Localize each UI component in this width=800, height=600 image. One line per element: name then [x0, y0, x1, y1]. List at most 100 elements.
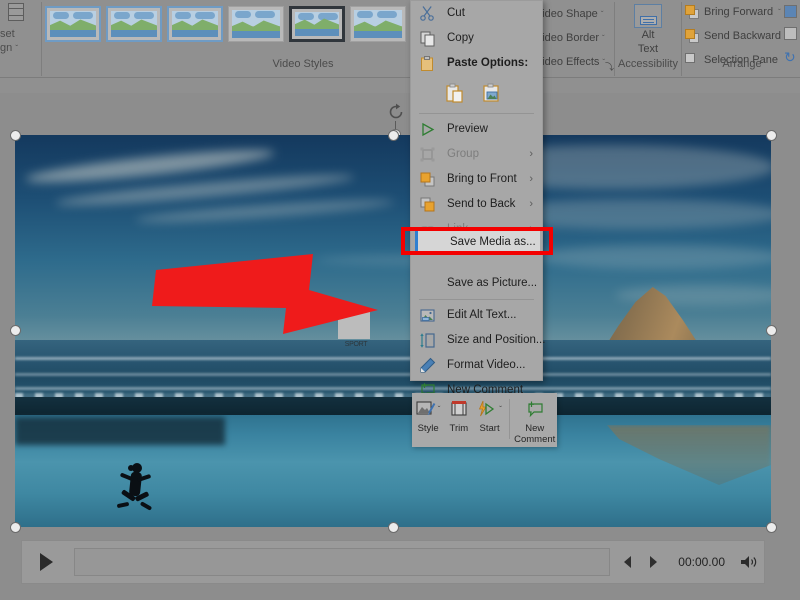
align-icon[interactable]: [784, 5, 797, 18]
mini-toolbar-style-label: Style: [418, 423, 439, 434]
mini-toolbar-trim-button[interactable]: Trim: [444, 393, 473, 447]
menu-item-save-as-picture-label: Save as Picture...: [447, 277, 537, 289]
previous-frame-button[interactable]: [614, 541, 640, 583]
red-highlight-rectangle: [401, 227, 553, 255]
next-frame-button[interactable]: [640, 541, 666, 583]
menu-item-send-to-back[interactable]: Send to Back ›: [411, 192, 542, 217]
dialog-launcher-icon[interactable]: ⤵: [605, 60, 614, 73]
scissors-icon: [419, 5, 436, 22]
mini-toolbar-start-button[interactable]: ˇ Start: [473, 393, 505, 447]
alt-text-button-line1[interactable]: Alt: [617, 29, 679, 41]
rotation-handle-icon[interactable]: [387, 103, 405, 121]
mini-toolbar-trim-label: Trim: [450, 423, 469, 434]
selection-handle-bottom-left[interactable]: [10, 522, 21, 533]
ribbon: set gn ˇ: [0, 0, 800, 93]
comment-icon: [525, 398, 545, 420]
menu-item-format-video[interactable]: Format Video...: [411, 353, 542, 378]
paste-options-row[interactable]: [411, 76, 542, 110]
submenu-arrow-icon: ›: [529, 142, 533, 167]
selection-handle-bottom-center[interactable]: [388, 522, 399, 533]
runner-silhouette: [115, 463, 161, 525]
menu-item-size-and-position[interactable]: Size and Position...: [411, 328, 542, 353]
video-style-thumb-2[interactable]: [106, 6, 162, 42]
chevron-down-icon: ˇ: [499, 405, 502, 414]
send-backward-icon: [685, 29, 699, 43]
app-window: set gn ˇ: [0, 0, 800, 600]
video-style-thumb-3[interactable]: [167, 6, 223, 42]
menu-item-preview[interactable]: Preview: [411, 117, 542, 142]
seek-bar[interactable]: [74, 548, 610, 576]
reset-design-icon: [8, 3, 24, 21]
selection-handle-middle-left[interactable]: [10, 325, 21, 336]
menu-item-bring-to-front[interactable]: Bring to Front ›: [411, 167, 542, 192]
format-video-icon: [419, 357, 436, 374]
menu-item-edit-alt-text[interactable]: Edit Alt Text...: [411, 303, 542, 328]
group-icon: [419, 146, 436, 163]
selection-handle-top-left[interactable]: [10, 130, 21, 141]
chevron-down-icon: ˇ: [438, 405, 441, 414]
menu-item-group: Group ›: [411, 142, 542, 167]
play-icon: [419, 121, 436, 138]
menu-item-bring-to-front-label: Bring to Front: [447, 173, 517, 185]
selection-handle-top-center[interactable]: [388, 130, 399, 141]
selection-handle-bottom-right[interactable]: [766, 522, 777, 533]
small-object-label: SPORT: [334, 341, 378, 348]
video-shape-column: Video Shapeˇ Video Borderˇ Video Effects…: [535, 2, 613, 76]
video-style-icon: ˇ: [416, 398, 441, 420]
mini-toolbar-start-label: Start: [480, 423, 500, 434]
next-frame-icon: [650, 556, 657, 568]
selection-handle-middle-right[interactable]: [766, 325, 777, 336]
video-playback-bar[interactable]: 00:00.00: [21, 540, 765, 584]
mini-toolbar[interactable]: ˇ Style Trim ˇ Start: [412, 393, 557, 447]
paste-picture-icon[interactable]: [482, 83, 501, 104]
submenu-arrow-icon: ›: [529, 167, 533, 192]
menu-separator-1: [419, 113, 534, 114]
video-shape-button[interactable]: Video Shapeˇ: [535, 2, 613, 26]
menu-separator-2: [419, 299, 534, 300]
group-objects-icon[interactable]: [784, 27, 797, 40]
video-style-thumb-1[interactable]: [45, 6, 101, 42]
bring-front-icon: [419, 171, 436, 188]
menu-item-edit-alt-text-label: Edit Alt Text...: [447, 309, 516, 321]
mini-toolbar-new-comment-button[interactable]: New Comment: [512, 393, 557, 447]
menu-item-cut[interactable]: Cut: [411, 1, 542, 26]
video-media-object[interactable]: [15, 135, 771, 527]
ribbon-right-edge-icons: ↻: [783, 0, 800, 76]
context-menu[interactable]: Cut Copy Paste Options:: [410, 0, 543, 381]
timecode-label: 00:00.00: [666, 555, 734, 569]
mini-toolbar-new-comment-label-2: Comment: [514, 434, 555, 445]
reset-label: set: [0, 28, 15, 41]
chevron-down-icon: ˇ: [601, 10, 604, 19]
accessibility-group-label: Accessibility: [617, 58, 679, 70]
video-border-button[interactable]: Video Borderˇ: [535, 26, 613, 50]
video-style-thumb-6[interactable]: [350, 6, 406, 42]
slide-canvas[interactable]: SPORT 00:00.00: [0, 93, 800, 600]
menu-item-group-label: Group: [447, 148, 479, 160]
reset-design-group[interactable]: set gn ˇ: [0, 0, 40, 80]
volume-button[interactable]: [734, 541, 764, 583]
chevron-down-icon: ˇ: [602, 34, 605, 43]
selection-handle-top-right[interactable]: [766, 130, 777, 141]
video-style-thumb-4[interactable]: [228, 6, 284, 42]
menu-item-format-video-label: Format Video...: [447, 359, 525, 371]
alt-text-button-line2[interactable]: Text: [617, 43, 679, 55]
mini-toolbar-new-comment-label-1: New: [525, 423, 544, 434]
trim-video-icon: [449, 398, 469, 420]
video-effects-button[interactable]: Video Effectsˇ: [535, 50, 613, 74]
menu-item-preview-label: Preview: [447, 123, 488, 135]
wet-sand-band: [15, 397, 771, 417]
menu-item-copy[interactable]: Copy: [411, 26, 542, 51]
menu-item-cut-label: Cut: [447, 7, 465, 19]
paste-keep-source-formatting-icon[interactable]: [445, 83, 464, 104]
mini-toolbar-divider: [509, 399, 510, 439]
mini-toolbar-style-button[interactable]: ˇ Style: [412, 393, 444, 447]
rotate-icon[interactable]: ↻: [784, 49, 797, 62]
video-style-thumb-5[interactable]: [289, 6, 345, 42]
alt-text-icon[interactable]: [634, 4, 662, 28]
menu-item-save-as-picture[interactable]: Save as Picture...: [411, 271, 542, 296]
alt-text-icon: [419, 307, 436, 324]
play-button[interactable]: [22, 541, 70, 583]
menu-item-size-and-position-label: Size and Position...: [447, 334, 545, 346]
red-pointer-arrow: [150, 246, 385, 336]
bring-forward-icon: [685, 5, 699, 19]
